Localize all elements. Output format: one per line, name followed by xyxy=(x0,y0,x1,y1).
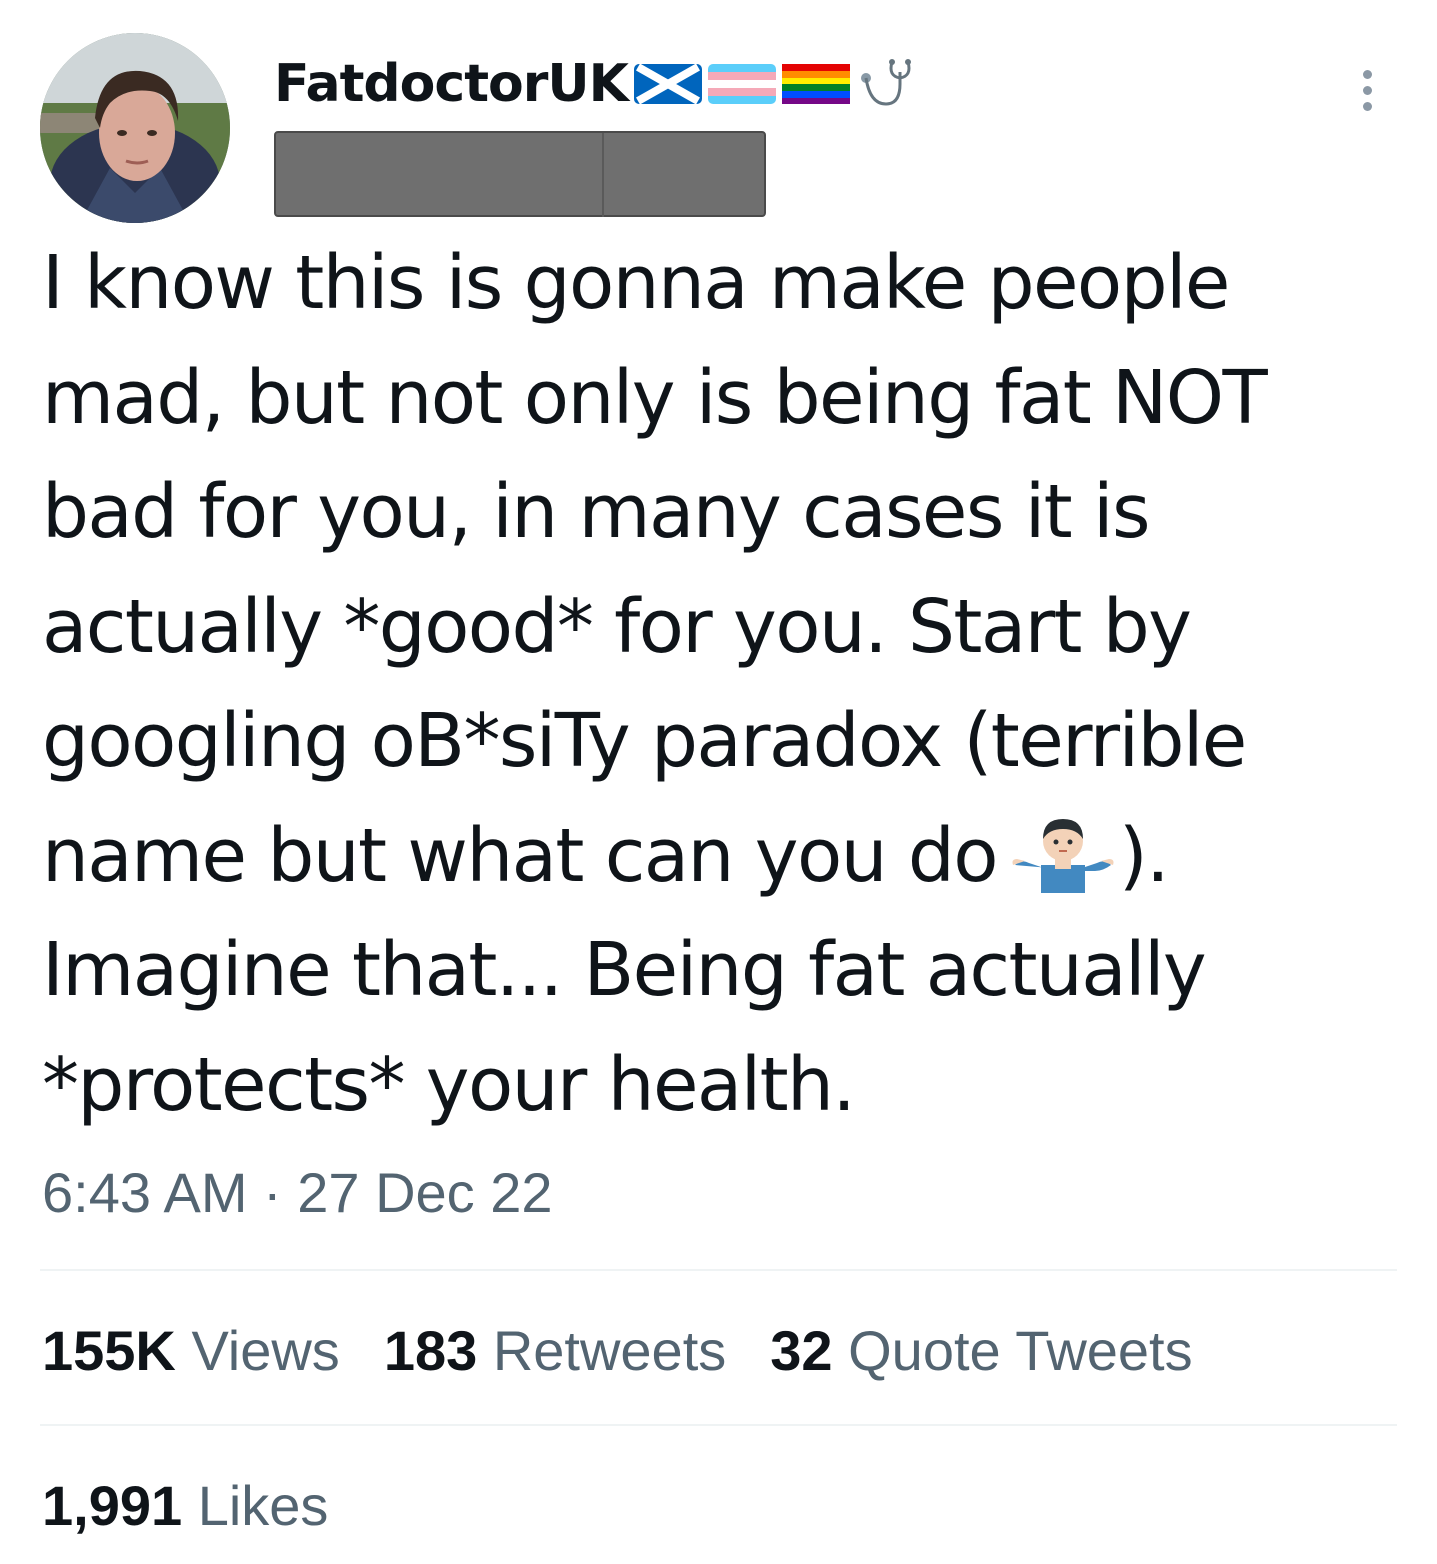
quote-tweets-stat[interactable]: 32 Quote Tweets xyxy=(770,1318,1192,1383)
tweet-line-with-emoji: name but what can you do). xyxy=(42,799,1422,914)
scotland-flag-icon xyxy=(633,61,702,107)
views-stat[interactable]: 155K Views xyxy=(42,1318,340,1383)
tweet: FatdoctorUK I know this is gonna make pe… xyxy=(0,0,1437,1564)
tweet-line: mad, but not only is being fat NOT xyxy=(42,354,1268,441)
views-label: Views xyxy=(191,1319,340,1382)
retweets-stat[interactable]: 183 Retweets xyxy=(384,1318,726,1383)
author-name-row[interactable]: FatdoctorUK xyxy=(274,54,926,114)
more-options-button[interactable] xyxy=(1347,60,1387,120)
divider xyxy=(40,1424,1397,1426)
more-dot xyxy=(1362,69,1372,79)
tweet-line: *protects* your health. xyxy=(42,1041,856,1128)
tweet-line-text: name but what can you do xyxy=(42,812,999,899)
stethoscope-icon xyxy=(856,54,926,114)
tweet-timestamp[interactable]: 6:43 AM · 27 Dec 22 xyxy=(42,1160,553,1225)
tweet-line-tail: ). xyxy=(1118,812,1170,899)
retweets-label: Retweets xyxy=(492,1319,727,1382)
views-count: 155K xyxy=(42,1319,176,1382)
stats-row: 155K Views 183 Retweets 32 Quote Tweets xyxy=(42,1318,1237,1383)
avatar[interactable] xyxy=(40,33,230,223)
tweet-line: I know this is gonna make people xyxy=(42,240,1230,326)
quote-tweets-count: 32 xyxy=(770,1319,833,1382)
trans-flag-icon xyxy=(707,61,776,107)
tweet-text: I know this is gonna make people mad, bu… xyxy=(42,226,1422,1142)
tweet-line: googling oB*siTy paradox (terrible xyxy=(42,698,1247,784)
divider xyxy=(40,1269,1397,1271)
display-name[interactable]: FatdoctorUK xyxy=(274,54,629,114)
likes-stat[interactable]: 1,991 Likes xyxy=(42,1473,328,1538)
shrug-emoji-icon xyxy=(1011,815,1115,893)
tweet-line: bad for you, in many cases it is xyxy=(42,469,1151,555)
likes-count: 1,991 xyxy=(42,1474,183,1537)
tweet-line: Imagine that... Being fat actually xyxy=(42,927,1207,1013)
retweets-count: 183 xyxy=(383,1319,478,1382)
redacted-handle xyxy=(274,131,766,217)
avatar-photo xyxy=(40,33,230,223)
more-dot xyxy=(1362,85,1372,95)
tweet-line: actually *good* for you. Start by xyxy=(42,583,1192,670)
quote-tweets-label: Quote Tweets xyxy=(848,1319,1193,1382)
likes-label: Likes xyxy=(197,1474,329,1537)
more-dot xyxy=(1362,101,1372,111)
rainbow-flag-icon xyxy=(781,61,850,107)
